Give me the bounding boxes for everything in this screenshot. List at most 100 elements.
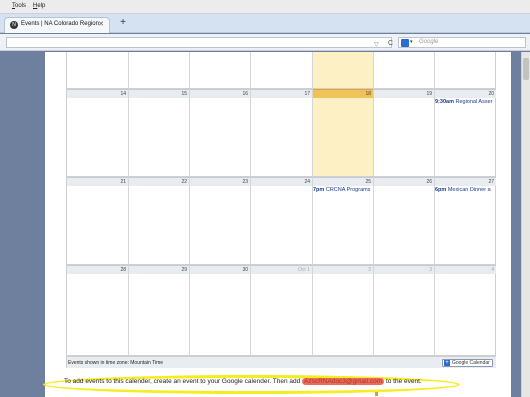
- calendar-event[interactable]: 6pm Mexican Dinner a: [435, 187, 496, 193]
- tab-events[interactable]: N Events | NA Colorado Region ✕: [4, 17, 110, 33]
- day-number: 28: [120, 267, 126, 273]
- day-number: 18: [365, 91, 371, 97]
- calendar-day-cell[interactable]: [128, 52, 189, 88]
- day-number: 29: [181, 267, 187, 273]
- day-header: 20: [435, 89, 496, 98]
- menu-bar: Tools Help: [0, 0, 530, 14]
- calendar-day-cell[interactable]: [250, 52, 312, 88]
- calendar-week: 21 22 23 24 25 7pm CRCNA Programs 26 27 6pm Mexi…: [67, 177, 496, 265]
- history-dropdown-icon[interactable]: ▽: [374, 41, 379, 48]
- day-number: 3: [429, 267, 432, 273]
- day-header: 27: [435, 177, 496, 186]
- event-time: 7pm: [313, 187, 325, 193]
- google-calendar-label: Google Calendar: [452, 360, 490, 366]
- calendar-footer: Events shown in time zone: Mountain Time…: [67, 356, 496, 368]
- day-header: 24: [251, 177, 312, 186]
- event-title: Mexican Dinner a: [447, 187, 491, 193]
- calendar-event[interactable]: 9:30am Regional Asser: [435, 99, 496, 105]
- calendar-day-cell[interactable]: 27 6pm Mexican Dinner a: [434, 177, 496, 264]
- calendar-day-cell[interactable]: Oct 1: [250, 265, 312, 355]
- navigation-bar: ▽ C ▾ Google: [0, 34, 530, 51]
- calendar-day-cell[interactable]: [373, 52, 434, 88]
- calendar-day-cell[interactable]: [67, 52, 128, 88]
- event-time: 9:30am: [435, 99, 454, 105]
- day-number: 26: [426, 179, 432, 185]
- day-number: 17: [304, 91, 310, 97]
- menu-tools[interactable]: Tools: [12, 3, 26, 9]
- event-title: Regional Asser: [455, 99, 493, 105]
- day-number: 19: [426, 91, 432, 97]
- day-header: 3: [374, 265, 434, 274]
- menu-help[interactable]: Help: [33, 3, 45, 9]
- calendar-day-cell[interactable]: 25 7pm CRCNA Programs: [312, 177, 373, 264]
- day-header: 18: [313, 89, 373, 98]
- day-header: 17: [251, 89, 312, 98]
- day-number: 25: [365, 179, 371, 185]
- day-header: 29: [129, 265, 189, 274]
- instruction-before: To add events to this calender, create a…: [64, 378, 303, 385]
- search-input[interactable]: ▾ Google: [398, 37, 526, 48]
- calendar-day-cell[interactable]: 2: [312, 265, 373, 355]
- event-title: CRCNA Programs: [325, 187, 371, 193]
- calendar-day-cell[interactable]: [312, 52, 373, 88]
- calendar-day-cell[interactable]: 17: [250, 89, 312, 176]
- calendar-event[interactable]: 7pm CRCNA Programs: [313, 187, 373, 193]
- instruction-text: To add events to this calender, create a…: [64, 378, 460, 388]
- day-header: 22: [129, 177, 189, 186]
- plus-icon: +: [444, 360, 450, 366]
- calendar-day-cell[interactable]: 18: [312, 89, 373, 176]
- day-number: 24: [304, 179, 310, 185]
- day-number: 22: [181, 179, 187, 185]
- calendar-day-cell[interactable]: [434, 52, 496, 88]
- calendar-day-cell[interactable]: 14: [67, 89, 128, 176]
- scrollbar[interactable]: [521, 52, 530, 397]
- google-calendar-button[interactable]: + Google Calendar: [442, 359, 493, 367]
- close-icon[interactable]: ✕: [98, 20, 104, 28]
- search-placeholder: Google: [419, 39, 439, 45]
- day-number: 20: [488, 91, 494, 97]
- calendar-day-cell[interactable]: 20 9:30am Regional Asser: [434, 89, 496, 176]
- day-number: 14: [120, 91, 126, 97]
- scrollbar-thumb[interactable]: [523, 58, 529, 80]
- calendar-week: [67, 52, 496, 89]
- calendar-day-cell[interactable]: 28: [67, 265, 128, 355]
- tab-title: Events | NA Colorado Region: [21, 21, 99, 27]
- calendar-month-view: 28 29 30 Oct 1 2 3 4 21 22 23 24 25 7pm CRCNA Progra…: [66, 52, 496, 368]
- url-input[interactable]: ▽ C: [6, 37, 393, 48]
- day-number: 2: [368, 267, 371, 273]
- calendar-day-cell[interactable]: 29: [128, 265, 189, 355]
- day-header: 2: [313, 265, 373, 274]
- calendar-day-cell[interactable]: 22: [128, 177, 189, 264]
- reload-icon[interactable]: C: [388, 40, 393, 47]
- new-tab-button[interactable]: +: [117, 17, 129, 29]
- calendar-day-cell[interactable]: 26: [373, 177, 434, 264]
- chevron-down-icon[interactable]: ▾: [410, 39, 413, 45]
- day-header: 25: [313, 177, 373, 186]
- calendar-day-cell[interactable]: [189, 52, 250, 88]
- calendar-day-cell[interactable]: 15: [128, 89, 189, 176]
- day-header: 26: [374, 177, 434, 186]
- site-favicon-icon: N: [10, 21, 18, 29]
- instruction-after: to the event.: [384, 378, 422, 385]
- calendar-day-cell[interactable]: 4: [434, 265, 496, 355]
- day-header: 16: [190, 89, 250, 98]
- calendar-day-cell[interactable]: 3: [373, 265, 434, 355]
- day-header: 4: [435, 265, 496, 274]
- calendar-week: 28 29 30 Oct 1 2 3 4: [67, 265, 496, 356]
- calendar-day-cell[interactable]: 23: [189, 177, 250, 264]
- day-number: 23: [242, 179, 248, 185]
- day-number: 21: [120, 179, 126, 185]
- calendar-day-cell[interactable]: 30: [189, 265, 250, 355]
- search-engine-icon[interactable]: [401, 39, 409, 47]
- day-number: 15: [181, 91, 187, 97]
- day-header: Oct 1: [251, 265, 312, 274]
- day-header: 19: [374, 89, 434, 98]
- calendar-day-cell[interactable]: 16: [189, 89, 250, 176]
- email-link[interactable]: AzscRNAdoc3@gmail.com: [302, 378, 385, 385]
- calendar-day-cell[interactable]: 19: [373, 89, 434, 176]
- timezone-label: Events shown in time zone: Mountain Time: [68, 360, 164, 366]
- calendar-day-cell[interactable]: 21: [67, 177, 128, 264]
- day-header: 21: [67, 177, 128, 186]
- calendar-day-cell[interactable]: 24: [250, 177, 312, 264]
- day-header: 15: [129, 89, 189, 98]
